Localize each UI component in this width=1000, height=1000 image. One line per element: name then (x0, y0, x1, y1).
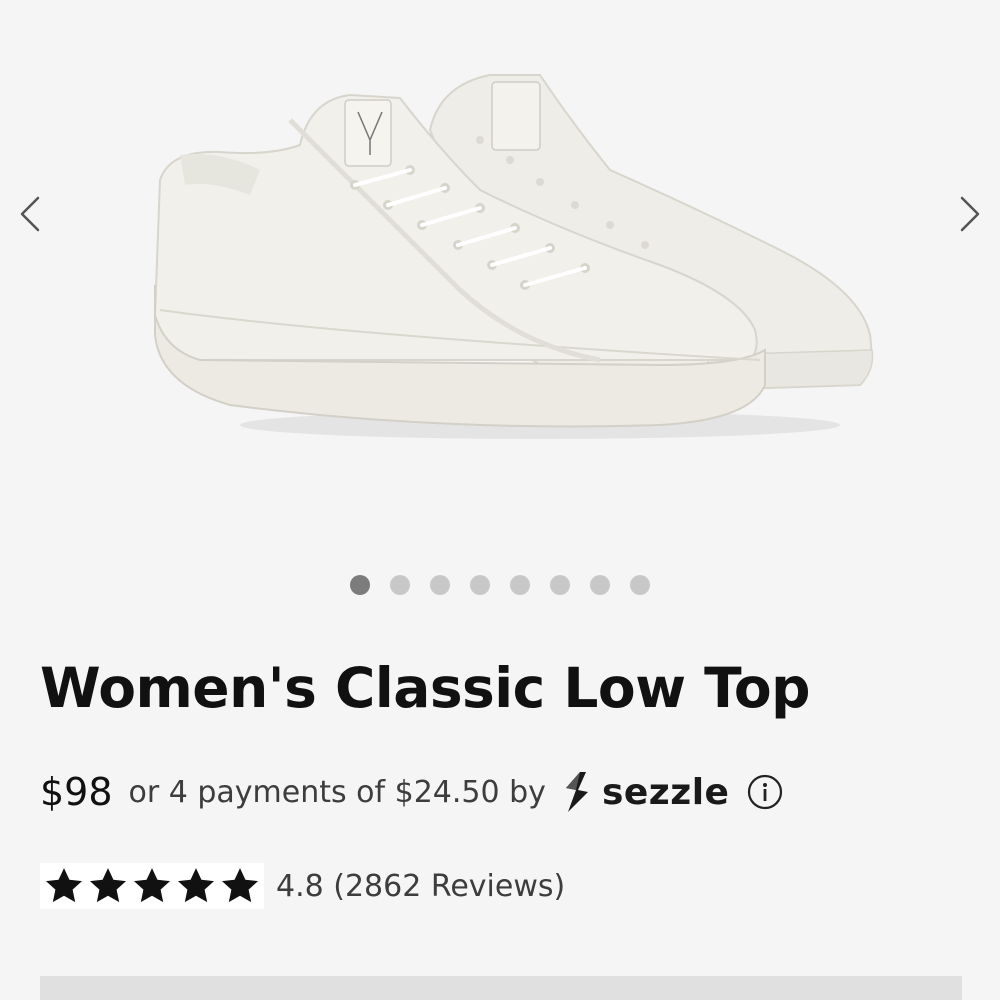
sezzle-mark-icon (565, 772, 588, 812)
star-icon (177, 868, 215, 903)
star-rating (40, 863, 264, 909)
chevron-left-icon (20, 196, 40, 232)
product-page: Women's Classic Low Top $98 or 4 payment… (0, 0, 1000, 1000)
bottom-panel (40, 976, 962, 1000)
product-title: Women's Classic Low Top (40, 656, 811, 720)
gallery-dot-2[interactable] (390, 575, 410, 595)
product-image-gallery[interactable] (0, 0, 1000, 595)
reviews-summary-link[interactable]: 4.8 (2862 Reviews) (40, 858, 565, 914)
gallery-next-button[interactable] (948, 192, 992, 236)
gallery-dot-6[interactable] (550, 575, 570, 595)
gallery-dot-1[interactable] (350, 575, 370, 595)
star-icon (133, 868, 171, 903)
gallery-dot-8[interactable] (630, 575, 650, 595)
gallery-pagination (0, 574, 1000, 596)
star-icon (89, 868, 127, 903)
sezzle-info-button[interactable] (747, 774, 783, 810)
sezzle-wordmark: sezzle (601, 771, 730, 813)
sezzle-logo: sezzle (560, 770, 730, 814)
product-price: $98 (40, 770, 113, 814)
gallery-prev-button[interactable] (8, 192, 52, 236)
rating-text: 4.8 (2862 Reviews) (276, 868, 566, 904)
gallery-dot-5[interactable] (510, 575, 530, 595)
star-icon (45, 868, 83, 903)
product-image[interactable] (140, 60, 880, 460)
gallery-dot-3[interactable] (430, 575, 450, 595)
gallery-dot-7[interactable] (590, 575, 610, 595)
chevron-right-icon (960, 196, 980, 232)
price-row: $98 or 4 payments of $24.50 by sezzle (40, 762, 783, 822)
installment-text: or 4 payments of $24.50 by (128, 774, 546, 810)
star-icon (221, 868, 259, 903)
gallery-dot-4[interactable] (470, 575, 490, 595)
info-icon (748, 774, 783, 810)
